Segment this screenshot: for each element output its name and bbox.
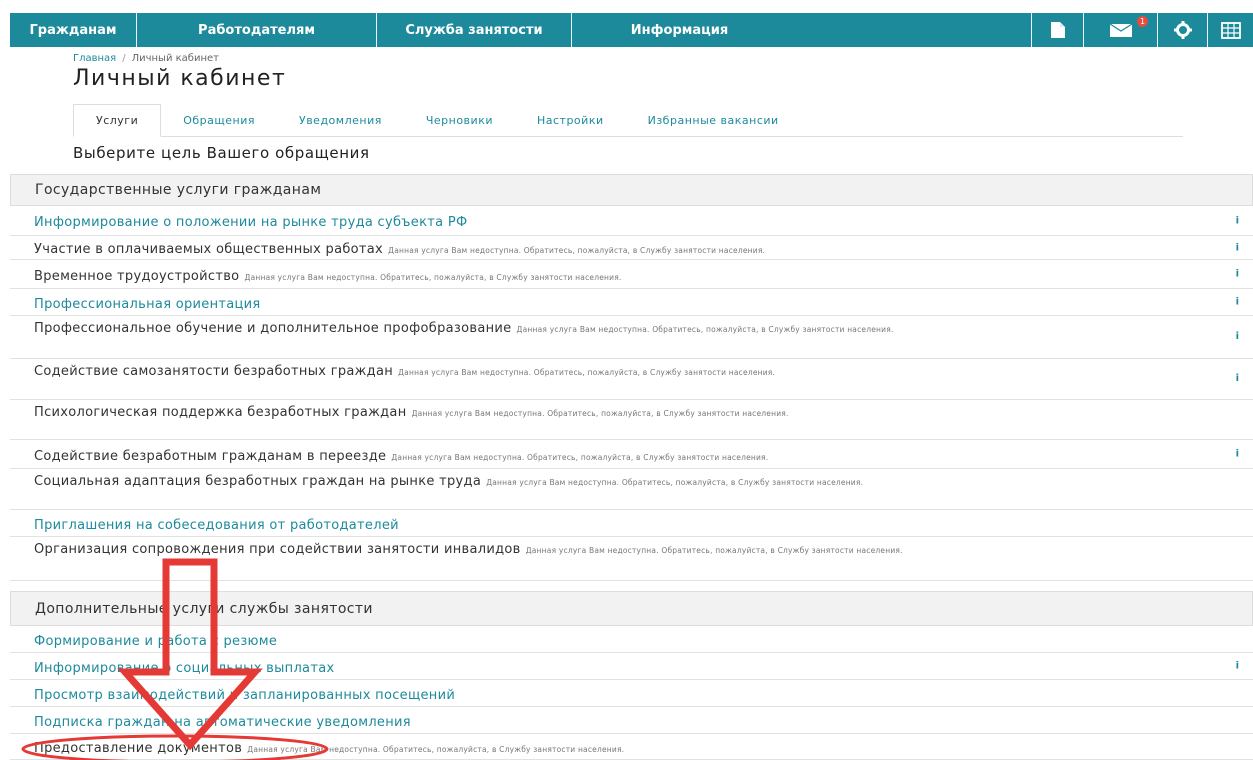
row-content: Информирование о социальных выплатах (34, 657, 334, 676)
row-content: Профессиональное обучение и дополнительн… (34, 317, 894, 336)
tab-bar: Услуги Обращения Уведомления Черновики Н… (73, 104, 1183, 137)
info-icon[interactable]: i (1236, 242, 1239, 253)
nav-employment-service[interactable]: Служба занятости (377, 13, 572, 47)
row-content: Подписка граждан на автоматические уведо… (34, 711, 411, 730)
row-content: Временное трудоустройство Данная услуга … (34, 265, 622, 284)
breadcrumb: Главная / Личный кабинет (73, 53, 219, 64)
service-label[interactable]: Формирование и работа с резюме (34, 634, 277, 649)
info-icon[interactable]: i (1236, 330, 1239, 344)
service-label[interactable]: Подписка граждан на автоматические уведо… (34, 715, 411, 730)
state-service-row[interactable]: Информирование о положении на рынке труд… (10, 206, 1253, 236)
service-label[interactable]: Просмотр взаимодействий и запланированны… (34, 688, 455, 703)
unavailable-note: Данная услуга Вам недоступна. Обратитесь… (486, 478, 864, 487)
additional-service-row[interactable]: Подписка граждан на автоматические уведо… (10, 707, 1253, 734)
service-label: Профессиональное обучение и дополнительн… (34, 321, 512, 336)
row-content: Приглашения на собеседования от работода… (34, 514, 399, 533)
panel-heading-additional-services: Дополнительные услуги службы занятости (10, 591, 1253, 626)
state-service-row: Содействие самозанятости безработных гра… (10, 359, 1253, 400)
nav-citizens[interactable]: Гражданам (10, 13, 137, 47)
service-label: Предоставление документов (34, 741, 243, 756)
breadcrumb-separator: / (122, 53, 126, 64)
unavailable-note: Данная услуга Вам недоступна. Обратитесь… (388, 246, 766, 255)
tab-requests[interactable]: Обращения (161, 104, 277, 136)
info-icon[interactable]: i (1236, 297, 1239, 308)
tab-drafts[interactable]: Черновики (404, 104, 515, 136)
service-label[interactable]: Информирование о социальных выплатах (34, 661, 334, 676)
state-service-row: Содействие безработным гражданам в перее… (10, 440, 1253, 469)
state-service-row: Профессиональное обучение и дополнительн… (10, 316, 1253, 359)
row-content: Формирование и работа с резюме (34, 630, 277, 649)
gear-icon[interactable] (1157, 13, 1207, 47)
section-prompt: Выберите цель Вашего обращения (73, 144, 370, 162)
service-label: Содействие безработным гражданам в перее… (34, 448, 387, 464)
row-content: Участие в оплачиваемых общественных рабо… (34, 238, 765, 257)
service-label: Социальная адаптация безработных граждан… (34, 474, 482, 489)
row-content: Профессиональная ориентация (34, 293, 261, 312)
unavailable-note: Данная услуга Вам недоступна. Обратитесь… (398, 368, 776, 377)
nav-information[interactable]: Информация (572, 13, 787, 47)
row-content: Психологическая поддержка безработных гр… (34, 401, 789, 420)
additional-service-row: Предоставление документов Данная услуга … (10, 734, 1253, 760)
top-navigation: Гражданам Работодателям Служба занятости… (10, 13, 1253, 47)
service-label[interactable]: Приглашения на собеседования от работода… (34, 518, 399, 533)
service-label: Психологическая поддержка безработных гр… (34, 405, 407, 420)
state-service-row: Участие в оплачиваемых общественных рабо… (10, 236, 1253, 260)
info-icon[interactable]: i (1236, 215, 1239, 226)
row-content: Информирование о положении на рынке труд… (34, 211, 467, 230)
unavailable-note: Данная услуга Вам недоступна. Обратитесь… (525, 546, 903, 555)
breadcrumb-current: Личный кабинет (131, 53, 219, 64)
row-content: Организация сопровождения при содействии… (34, 538, 903, 557)
service-label[interactable]: Профессиональная ориентация (34, 297, 261, 312)
row-content: Содействие безработным гражданам в перее… (34, 445, 768, 464)
unavailable-note: Данная услуга Вам недоступна. Обратитесь… (411, 409, 789, 418)
service-label: Участие в оплачиваемых общественных рабо… (34, 242, 384, 257)
tab-settings[interactable]: Настройки (515, 104, 626, 136)
info-icon[interactable]: i (1236, 661, 1239, 672)
service-label[interactable]: Информирование о положении на рынке труд… (34, 215, 467, 230)
document-icon[interactable] (1031, 13, 1083, 47)
tab-services[interactable]: Услуги (73, 104, 162, 137)
service-label: Временное трудоустройство (34, 268, 240, 284)
panel-heading-state-services: Государственные услуги гражданам (10, 174, 1253, 206)
additional-service-row[interactable]: Формирование и работа с резюме (10, 626, 1253, 653)
info-icon[interactable]: i (1236, 372, 1239, 386)
state-service-row: Психологическая поддержка безработных гр… (10, 400, 1253, 440)
unavailable-note: Данная услуга Вам недоступна. Обратитесь… (516, 325, 894, 334)
state-service-row: Социальная адаптация безработных граждан… (10, 469, 1253, 510)
row-content: Предоставление документов Данная услуга … (34, 737, 624, 756)
additional-service-row[interactable]: Информирование о социальных выплатах i (10, 653, 1253, 680)
info-icon[interactable]: i (1236, 269, 1239, 280)
state-service-row: Временное трудоустройство Данная услуга … (10, 260, 1253, 289)
state-service-row[interactable]: Приглашения на собеседования от работода… (10, 510, 1253, 537)
info-icon[interactable]: i (1236, 449, 1239, 460)
additional-service-row[interactable]: Просмотр взаимодействий и запланированны… (10, 680, 1253, 707)
unavailable-note: Данная услуга Вам недоступна. Обратитесь… (244, 272, 622, 282)
unavailable-note: Данная услуга Вам недоступна. Обратитесь… (391, 452, 769, 462)
service-label: Организация сопровождения при содействии… (34, 542, 521, 557)
page-title: Личный кабинет (73, 66, 287, 91)
state-service-row[interactable]: Профессиональная ориентация i (10, 289, 1253, 316)
nav-employers[interactable]: Работодателям (137, 13, 377, 47)
calendar-icon[interactable] (1207, 13, 1253, 47)
mail-icon[interactable]: 1 (1083, 13, 1157, 47)
tab-favorite-vacancies[interactable]: Избранные вакансии (626, 104, 801, 136)
state-service-row: Организация сопровождения при содействии… (10, 537, 1253, 581)
unavailable-note: Данная услуга Вам недоступна. Обратитесь… (247, 745, 625, 754)
service-label: Содействие самозанятости безработных гра… (34, 364, 394, 379)
breadcrumb-home[interactable]: Главная (73, 53, 116, 64)
tab-notifications[interactable]: Уведомления (277, 104, 404, 136)
mail-badge: 1 (1137, 16, 1148, 27)
row-content: Просмотр взаимодействий и запланированны… (34, 684, 455, 703)
row-content: Содействие самозанятости безработных гра… (34, 360, 775, 379)
row-content: Социальная адаптация безработных граждан… (34, 470, 863, 489)
